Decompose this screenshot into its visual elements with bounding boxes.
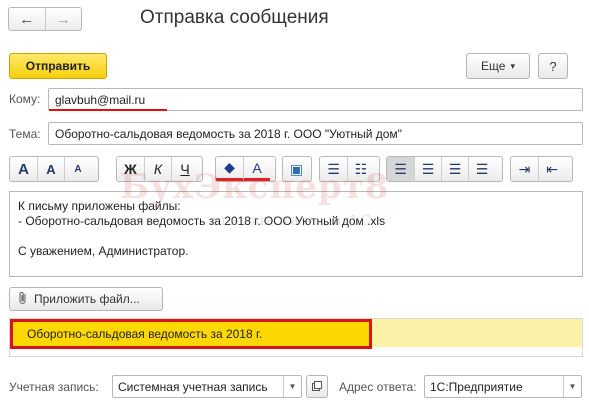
attachment-item[interactable]: Оборотно-сальдовая ведомость за 2018 г. xyxy=(10,319,372,349)
account-value: Системная учетная запись xyxy=(118,379,268,394)
window-title: Отправка сообщения xyxy=(140,7,329,28)
reply-address-value: 1С:Предприятие xyxy=(430,379,523,394)
attach-file-label: Приложить файл... xyxy=(34,292,140,306)
open-window-icon xyxy=(312,380,322,394)
to-underline-marker xyxy=(49,109,167,111)
account-label: Учетная запись: xyxy=(9,380,99,394)
body-line: С уважением, Администратор. xyxy=(18,244,189,258)
watermark-subtext: ...ответы на ... в 1С xyxy=(190,213,373,229)
more-button[interactable]: Еще ▾ xyxy=(466,53,530,79)
align-left-icon[interactable]: ☰ xyxy=(387,157,414,181)
to-field[interactable]: glavbuh@mail.ru xyxy=(48,88,583,111)
open-account-button[interactable] xyxy=(306,375,328,398)
send-button[interactable]: Отправить xyxy=(9,53,107,79)
body-line xyxy=(18,229,574,244)
dropdown-arrow-icon[interactable]: ▼ xyxy=(563,376,581,397)
indent-group: ⇥ ⇤ xyxy=(510,156,573,182)
font-icon[interactable]: A xyxy=(10,157,37,181)
help-button[interactable]: ? xyxy=(538,53,568,79)
back-arrow-icon[interactable]: ← xyxy=(9,8,45,30)
chevron-down-icon: ▾ xyxy=(510,60,515,71)
paperclip-icon xyxy=(18,291,28,308)
navigation-buttons: ← → xyxy=(8,7,82,31)
subject-label: Тема: xyxy=(9,127,41,141)
align-center-icon[interactable]: ☰ xyxy=(414,157,441,181)
subject-field[interactable]: Оборотно-сальдовая ведомость за 2018 г. … xyxy=(48,122,583,145)
account-select[interactable]: Системная учетная запись ▼ xyxy=(112,375,302,398)
to-label: Кому: xyxy=(9,92,41,106)
font-increase-icon[interactable]: A xyxy=(37,157,64,181)
align-group: ☰ ☰ ☰ ☰ xyxy=(386,156,503,182)
reply-address-label: Адрес ответа: xyxy=(339,380,417,394)
more-button-label: Еще xyxy=(481,59,506,73)
reply-address-select[interactable]: 1С:Предприятие ▼ xyxy=(424,375,582,398)
watermark-logo: БухЭксперт8 xyxy=(120,167,390,207)
attach-file-button[interactable]: Приложить файл... xyxy=(9,287,163,311)
font-decrease-icon[interactable]: A xyxy=(64,157,91,181)
dropdown-arrow-icon[interactable]: ▼ xyxy=(283,376,301,397)
indent-decrease-icon[interactable]: ⇤ xyxy=(538,157,565,181)
font-size-group: A A A xyxy=(9,156,99,182)
forward-arrow-icon[interactable]: → xyxy=(44,8,82,30)
align-right-icon[interactable]: ☰ xyxy=(441,157,468,181)
align-justify-icon[interactable]: ☰ xyxy=(468,157,495,181)
indent-increase-icon[interactable]: ⇥ xyxy=(511,157,538,181)
